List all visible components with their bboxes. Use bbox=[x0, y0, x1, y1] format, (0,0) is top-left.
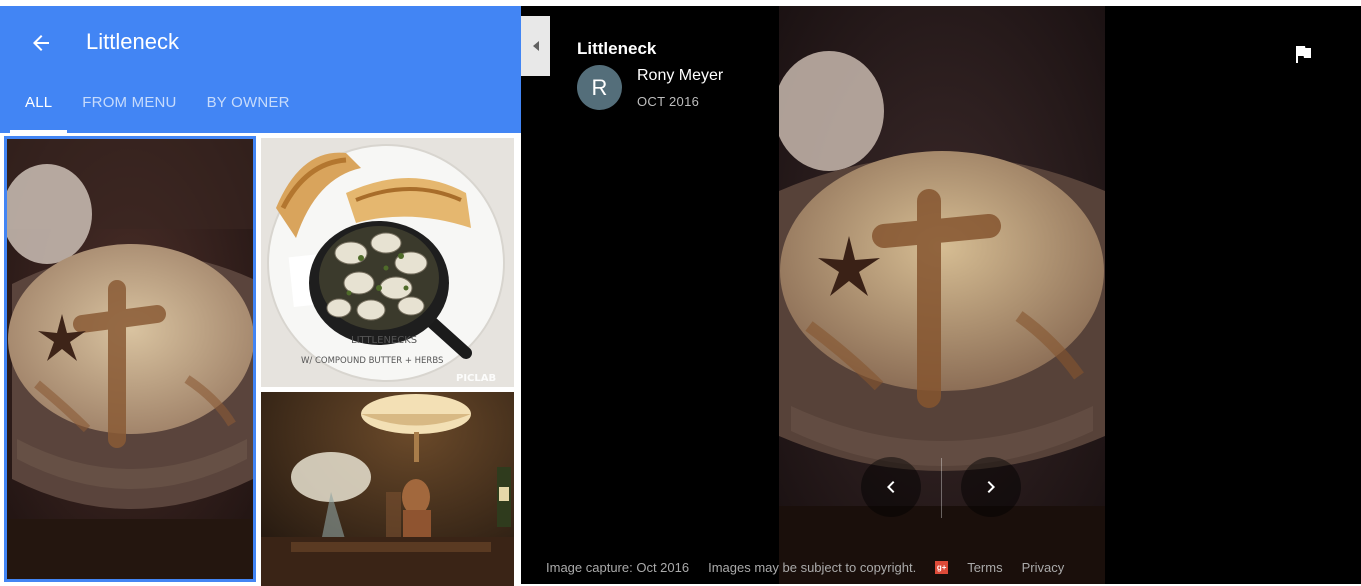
image-capture-text: Image capture: Oct 2016 bbox=[546, 559, 690, 575]
flag-icon bbox=[1296, 46, 1311, 63]
photo-tabs: ALL FROM MENU BY OWNER bbox=[10, 86, 305, 133]
clams-caption-line-2: W/ COMPOUND BUTTER + HERBS bbox=[301, 356, 443, 366]
photo-thumbnail-cocktail[interactable] bbox=[4, 136, 256, 582]
privacy-link[interactable]: Privacy bbox=[1022, 560, 1065, 575]
piclab-watermark: PICLAB bbox=[456, 373, 496, 384]
photo-grid: LITTLENECKS W/ COMPOUND BUTTER + HERBS P… bbox=[0, 133, 521, 586]
photo-viewer: Littleneck R Rony Meyer OCT 2016 Image c… bbox=[521, 6, 1361, 584]
collapse-panel-button[interactable] bbox=[521, 16, 550, 76]
arrow-left-icon bbox=[33, 35, 49, 51]
caret-left-icon bbox=[532, 41, 539, 51]
chevron-right-icon bbox=[987, 481, 995, 493]
tab-all[interactable]: ALL bbox=[10, 86, 68, 133]
terms-link[interactable]: Terms bbox=[967, 560, 1002, 575]
main-cocktail-photo bbox=[779, 6, 1105, 584]
clams-photo: LITTLENECKS W/ COMPOUND BUTTER + HERBS P… bbox=[261, 138, 514, 387]
nav-divider bbox=[941, 458, 942, 518]
viewer-title: Littleneck bbox=[577, 39, 657, 58]
tab-from-menu[interactable]: FROM MENU bbox=[67, 86, 191, 133]
avatar[interactable]: R bbox=[577, 65, 622, 110]
panel-title: Littleneck bbox=[86, 29, 179, 54]
main-photo bbox=[779, 6, 1105, 584]
photo-thumbnail-clams[interactable]: LITTLENECKS W/ COMPOUND BUTTER + HERBS P… bbox=[261, 138, 514, 387]
cocktail-photo bbox=[7, 139, 253, 579]
chevron-left-icon bbox=[887, 481, 895, 493]
photo-thumbnail-bar-interior[interactable] bbox=[261, 392, 514, 586]
viewer-footer: Image capture: Oct 2016 Images may be su… bbox=[546, 559, 1083, 575]
author-name[interactable]: Rony Meyer bbox=[637, 67, 723, 85]
clams-caption-line-1: LITTLENECKS bbox=[351, 335, 417, 346]
next-photo-button[interactable] bbox=[961, 457, 1021, 517]
tab-by-owner[interactable]: BY OWNER bbox=[192, 86, 305, 133]
panel-header: Littleneck ALL FROM MENU BY OWNER bbox=[0, 6, 521, 133]
bar-interior-photo bbox=[261, 392, 514, 586]
google-plus-icon[interactable]: g+ bbox=[935, 560, 949, 574]
previous-photo-button[interactable] bbox=[861, 457, 921, 517]
photo-date: OCT 2016 bbox=[637, 94, 700, 109]
back-button[interactable] bbox=[24, 26, 58, 60]
report-flag-button[interactable] bbox=[1291, 42, 1315, 66]
copyright-notice: Images may be subject to copyright. bbox=[708, 559, 917, 575]
photo-panel: Littleneck ALL FROM MENU BY OWNER LITTLE… bbox=[0, 6, 521, 586]
